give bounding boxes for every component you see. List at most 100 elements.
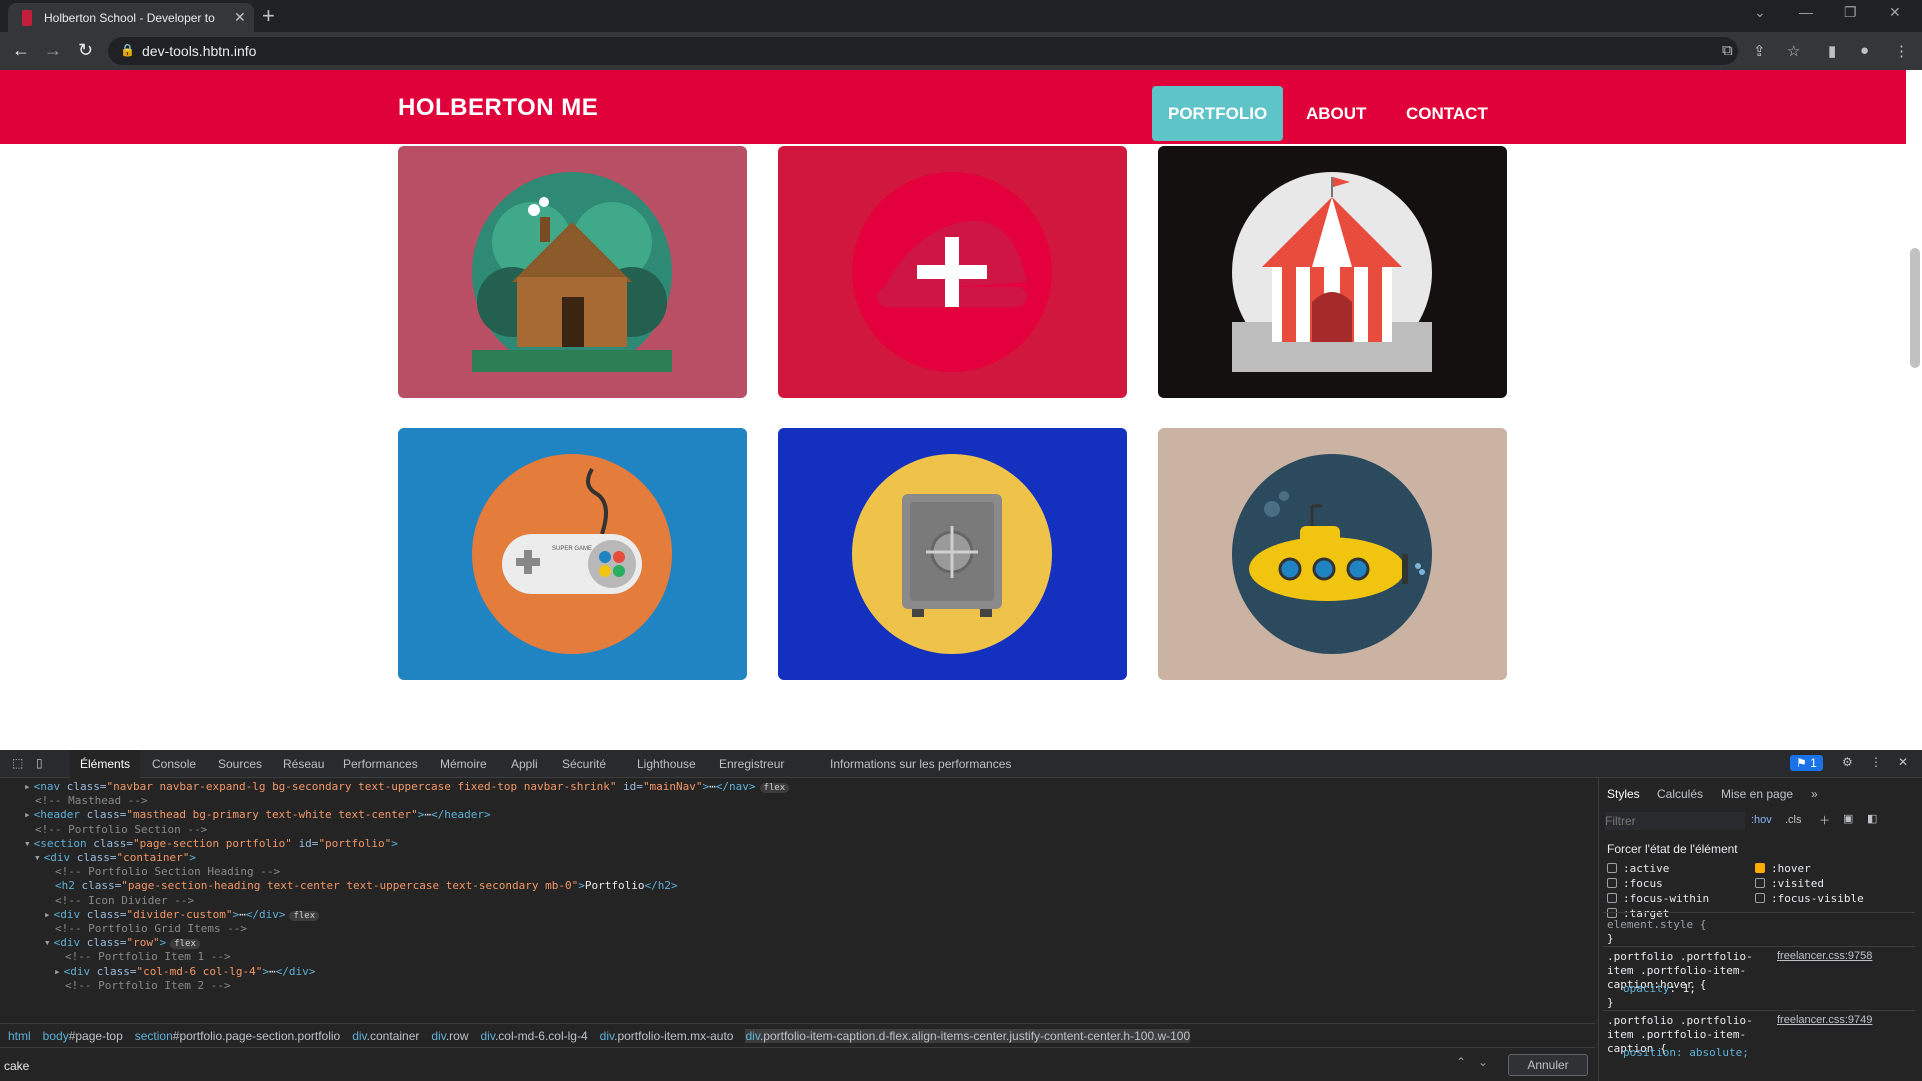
breadcrumb-item[interactable]: div.container <box>352 1029 419 1043</box>
breadcrumb-item[interactable]: div.col-md-6.col-lg-4 <box>481 1029 588 1043</box>
portfolio-item-submarine[interactable] <box>1158 428 1507 680</box>
lock-icon[interactable]: 🔒 <box>120 43 135 57</box>
flex-badge[interactable]: flex <box>170 939 200 950</box>
dom-node-line[interactable]: <!-- Masthead --> <box>24 794 148 807</box>
expand-arrow-icon[interactable]: ▾ <box>44 936 51 949</box>
nav-about-link[interactable]: ABOUT <box>1290 86 1382 141</box>
breadcrumb-item[interactable]: div.row <box>431 1029 468 1043</box>
sidebar-toggle-icon[interactable]: ◧ <box>1867 812 1877 825</box>
reload-icon[interactable]: ↻ <box>78 40 93 61</box>
search-prev-icon[interactable]: ⌃ <box>1456 1055 1466 1069</box>
tab-styles[interactable]: Styles <box>1607 787 1640 801</box>
dom-node-line[interactable]: <!-- Portfolio Grid Items --> <box>44 922 247 935</box>
page-scrollbar[interactable] <box>1906 70 1922 750</box>
dom-node-line[interactable]: <!-- Portfolio Item 2 --> <box>54 979 231 992</box>
issues-badge[interactable]: ⚑ 1 <box>1790 755 1823 771</box>
dom-node-line[interactable]: ▸ <div class="col-md-6 col-lg-4">⋯</div> <box>54 965 315 978</box>
forward-icon[interactable]: → <box>44 40 62 61</box>
dom-node-line[interactable]: <!-- Portfolio Item 1 --> <box>54 950 231 963</box>
force-state-checkbox[interactable]: :focus-within <box>1607 892 1709 905</box>
tab-computed[interactable]: Calculés <box>1657 787 1703 801</box>
tab-console[interactable]: Console <box>152 757 196 771</box>
force-state-checkbox[interactable]: :focus-visible <box>1755 892 1864 905</box>
portfolio-item-cake[interactable] <box>778 146 1127 398</box>
force-state-checkbox[interactable]: :active <box>1607 862 1669 875</box>
back-icon[interactable]: ← <box>12 40 30 61</box>
force-state-checkbox[interactable]: :focus <box>1607 877 1663 890</box>
force-state-checkbox[interactable]: :visited <box>1755 877 1824 890</box>
side-panel-icon[interactable]: ▮ <box>1828 42 1836 60</box>
dom-node-line[interactable]: ▸ <header class="masthead bg-primary text… <box>24 808 491 821</box>
dom-node-line[interactable]: <!-- Icon Divider --> <box>44 894 194 907</box>
cancel-search-button[interactable]: Annuler <box>1508 1054 1588 1076</box>
tab-application[interactable]: Appli <box>511 757 538 771</box>
new-rule-icon[interactable]: ＋ <box>1819 812 1830 828</box>
force-state-checkbox[interactable]: :hover <box>1755 862 1811 875</box>
site-brand[interactable]: HOLBERTON ME <box>398 94 598 122</box>
tab-lighthouse[interactable]: Lighthouse <box>637 757 696 771</box>
rule2-declaration[interactable]: position: absolute; <box>1623 1046 1749 1059</box>
tab-layout[interactable]: Mise en page <box>1721 787 1793 801</box>
device-toolbar-icon[interactable]: ▯ <box>36 756 43 770</box>
restore-icon[interactable]: ❐ <box>1844 4 1857 21</box>
expand-arrow-icon[interactable]: ▸ <box>24 808 31 821</box>
tab-performance[interactable]: Performances <box>343 757 418 771</box>
flex-badge[interactable]: flex <box>289 910 320 921</box>
breadcrumb-item[interactable]: div.portfolio-item-caption.d-flex.align-… <box>745 1029 1191 1043</box>
expand-arrow-icon[interactable]: ▸ <box>44 908 51 921</box>
portfolio-item-controller[interactable]: SUPER GAME <box>398 428 747 680</box>
hov-toggle[interactable]: :hov <box>1751 814 1772 826</box>
tab-search-icon[interactable]: ⌄ <box>1754 4 1766 21</box>
element-style-rule[interactable]: element.style { <box>1607 918 1706 931</box>
page-scrollbar-thumb[interactable] <box>1910 248 1920 368</box>
bookmark-star-icon[interactable]: ☆ <box>1787 42 1800 60</box>
expand-arrow-icon[interactable]: ▸ <box>24 780 31 793</box>
rule2-source-link[interactable]: freelancer.css:9749 <box>1777 1014 1872 1026</box>
dom-node-line[interactable]: ▾ <section class="page-section portfolio"… <box>24 837 398 850</box>
dom-search-input[interactable] <box>4 1056 1444 1076</box>
portfolio-item-safe[interactable] <box>778 428 1127 680</box>
portfolio-item-circus[interactable] <box>1158 146 1507 398</box>
dom-node-line[interactable]: ▸ <nav class="navbar navbar-expand-lg bg-… <box>24 780 790 793</box>
profile-icon[interactable]: ● <box>1860 42 1869 59</box>
tab-elements[interactable]: Éléments <box>70 750 141 778</box>
breadcrumb-item[interactable]: section#portfolio.page-section.portfolio <box>135 1029 340 1043</box>
tab-network[interactable]: Réseau <box>283 757 324 771</box>
breadcrumb-item[interactable]: html <box>8 1029 31 1043</box>
tab-recorder[interactable]: Enregistreur <box>719 757 784 771</box>
dom-node-line[interactable]: ▸ <div class="divider-custom">⋯</div> flex <box>44 908 320 921</box>
tab-performance-insights[interactable]: Informations sur les performances <box>830 757 1011 771</box>
settings-gear-icon[interactable]: ⚙ <box>1842 755 1853 769</box>
styles-filter-input[interactable] <box>1605 812 1745 830</box>
portfolio-item-cabin[interactable] <box>398 146 747 398</box>
dom-node-line[interactable]: <h2 class="page-section-heading text-cen… <box>44 879 678 892</box>
inspect-element-icon[interactable]: ⬚ <box>12 756 23 770</box>
menu-dots-icon[interactable]: ⋮ <box>1894 42 1909 60</box>
flex-badge[interactable]: flex <box>759 783 790 793</box>
minimize-icon[interactable]: — <box>1799 4 1813 20</box>
dom-node-line[interactable]: <!-- Portfolio Section Heading --> <box>44 865 280 878</box>
breadcrumb-item[interactable]: div.portfolio-item.mx-auto <box>600 1029 734 1043</box>
tab-security[interactable]: Sécurité <box>562 757 606 771</box>
cls-toggle[interactable]: .cls <box>1785 814 1802 826</box>
dom-node-line[interactable]: ▾ <div class="container"> <box>34 851 196 864</box>
translate-icon[interactable]: ⧉ <box>1722 42 1733 59</box>
rule1-property[interactable]: opacity <box>1623 982 1669 995</box>
tab-sources[interactable]: Sources <box>218 757 262 771</box>
expand-arrow-icon[interactable]: ▸ <box>54 965 61 978</box>
more-tabs-icon[interactable]: » <box>1811 787 1818 801</box>
close-tab-icon[interactable]: ✕ <box>234 9 246 26</box>
dom-node-line[interactable]: ▾ <div class="row"> flex <box>44 936 200 950</box>
rule1-value[interactable]: 1; <box>1683 982 1696 995</box>
close-window-icon[interactable]: ✕ <box>1889 4 1901 21</box>
search-next-icon[interactable]: ⌄ <box>1478 1055 1488 1069</box>
url-bar[interactable]: 🔒 dev-tools.hbtn.info <box>108 37 1738 65</box>
breadcrumb-item[interactable]: body#page-top <box>43 1029 123 1043</box>
more-options-icon[interactable]: ⋮ <box>1870 755 1882 769</box>
browser-tab[interactable]: Holberton School - Developer to ✕ <box>8 3 254 32</box>
nav-portfolio-link[interactable]: PORTFOLIO <box>1152 86 1284 141</box>
rule1-source-link[interactable]: freelancer.css:9758 <box>1777 950 1872 962</box>
close-devtools-icon[interactable]: ✕ <box>1898 755 1908 769</box>
nav-contact-link[interactable]: CONTACT <box>1390 86 1504 141</box>
share-icon[interactable]: ⇪ <box>1753 42 1766 60</box>
